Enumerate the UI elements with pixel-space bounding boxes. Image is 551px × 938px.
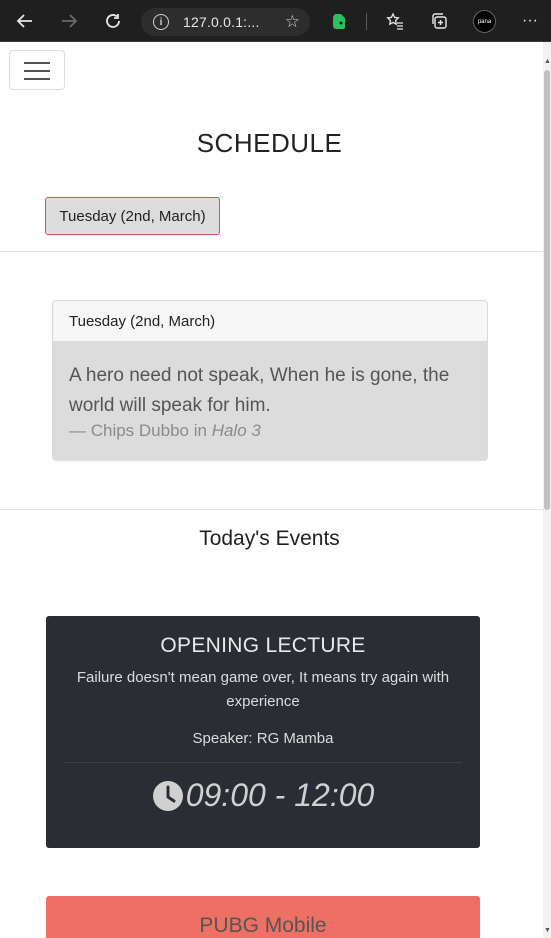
event-time-text: 09:00 - 12:00 — [185, 777, 375, 813]
page-scrollbar[interactable]: ▲ ▼ — [543, 42, 551, 938]
url-text: 127.0.0.1:... — [183, 14, 260, 30]
event-divider — [64, 762, 462, 763]
event-description: Failure doesn't mean game over, It means… — [76, 669, 450, 710]
favorites-icon[interactable] — [381, 7, 409, 35]
event-speaker: Speaker: RG Mamba — [192, 730, 334, 747]
address-bar[interactable]: i 127.0.0.1:... ☆ — [141, 8, 310, 36]
hamburger-icon — [24, 70, 50, 72]
back-icon[interactable] — [11, 7, 39, 35]
hamburger-icon — [24, 78, 50, 80]
info-icon[interactable]: i — [153, 14, 169, 30]
quote-text: A hero need not speak, When he is gone, … — [69, 365, 450, 416]
events-heading: Today's Events — [199, 527, 340, 550]
event-title: PUBG Mobile — [199, 914, 327, 937]
toolbar-separator — [366, 13, 367, 30]
day-button[interactable]: Tuesday (2nd, March) — [45, 197, 220, 235]
clock-icon — [152, 780, 183, 811]
event-title: OPENING LECTURE — [160, 634, 366, 657]
favorite-add-icon[interactable]: ☆ — [285, 12, 300, 32]
citation-author: — Chips Dubbo in — [69, 421, 212, 440]
more-icon[interactable]: ··· — [516, 7, 544, 35]
page-title: SCHEDULE — [196, 128, 343, 158]
evernote-icon[interactable] — [325, 7, 353, 35]
divider — [0, 509, 543, 510]
event-card: OPENING LECTURE Failure doesn't mean gam… — [46, 616, 480, 848]
quote-card-header: Tuesday (2nd, March) — [53, 301, 487, 342]
menu-toggle-button[interactable] — [9, 50, 65, 90]
event-card: PUBG Mobile — [46, 896, 480, 938]
divider — [0, 251, 543, 252]
event-time: 09:00 - 12:00 — [46, 777, 480, 814]
scroll-down-icon[interactable]: ▼ — [544, 927, 551, 934]
scrollbar-thumb[interactable] — [544, 70, 550, 510]
quote-card: Tuesday (2nd, March) A hero need not spe… — [52, 300, 488, 461]
quote-citation: — Chips Dubbo in Halo 3 — [69, 421, 471, 441]
forward-icon[interactable] — [55, 7, 83, 35]
scroll-up-icon[interactable]: ▲ — [544, 58, 551, 65]
profile-avatar[interactable]: pana — [473, 10, 496, 33]
hamburger-icon — [24, 62, 50, 64]
profile-label: pana — [477, 18, 492, 25]
reload-icon[interactable] — [99, 7, 127, 35]
browser-toolbar: i 127.0.0.1:... ☆ pana ··· — [0, 0, 551, 42]
citation-source: Halo 3 — [211, 421, 261, 440]
page-content: SCHEDULE Tuesday (2nd, March) Tuesday (2… — [0, 42, 543, 938]
collections-icon[interactable] — [425, 7, 453, 35]
